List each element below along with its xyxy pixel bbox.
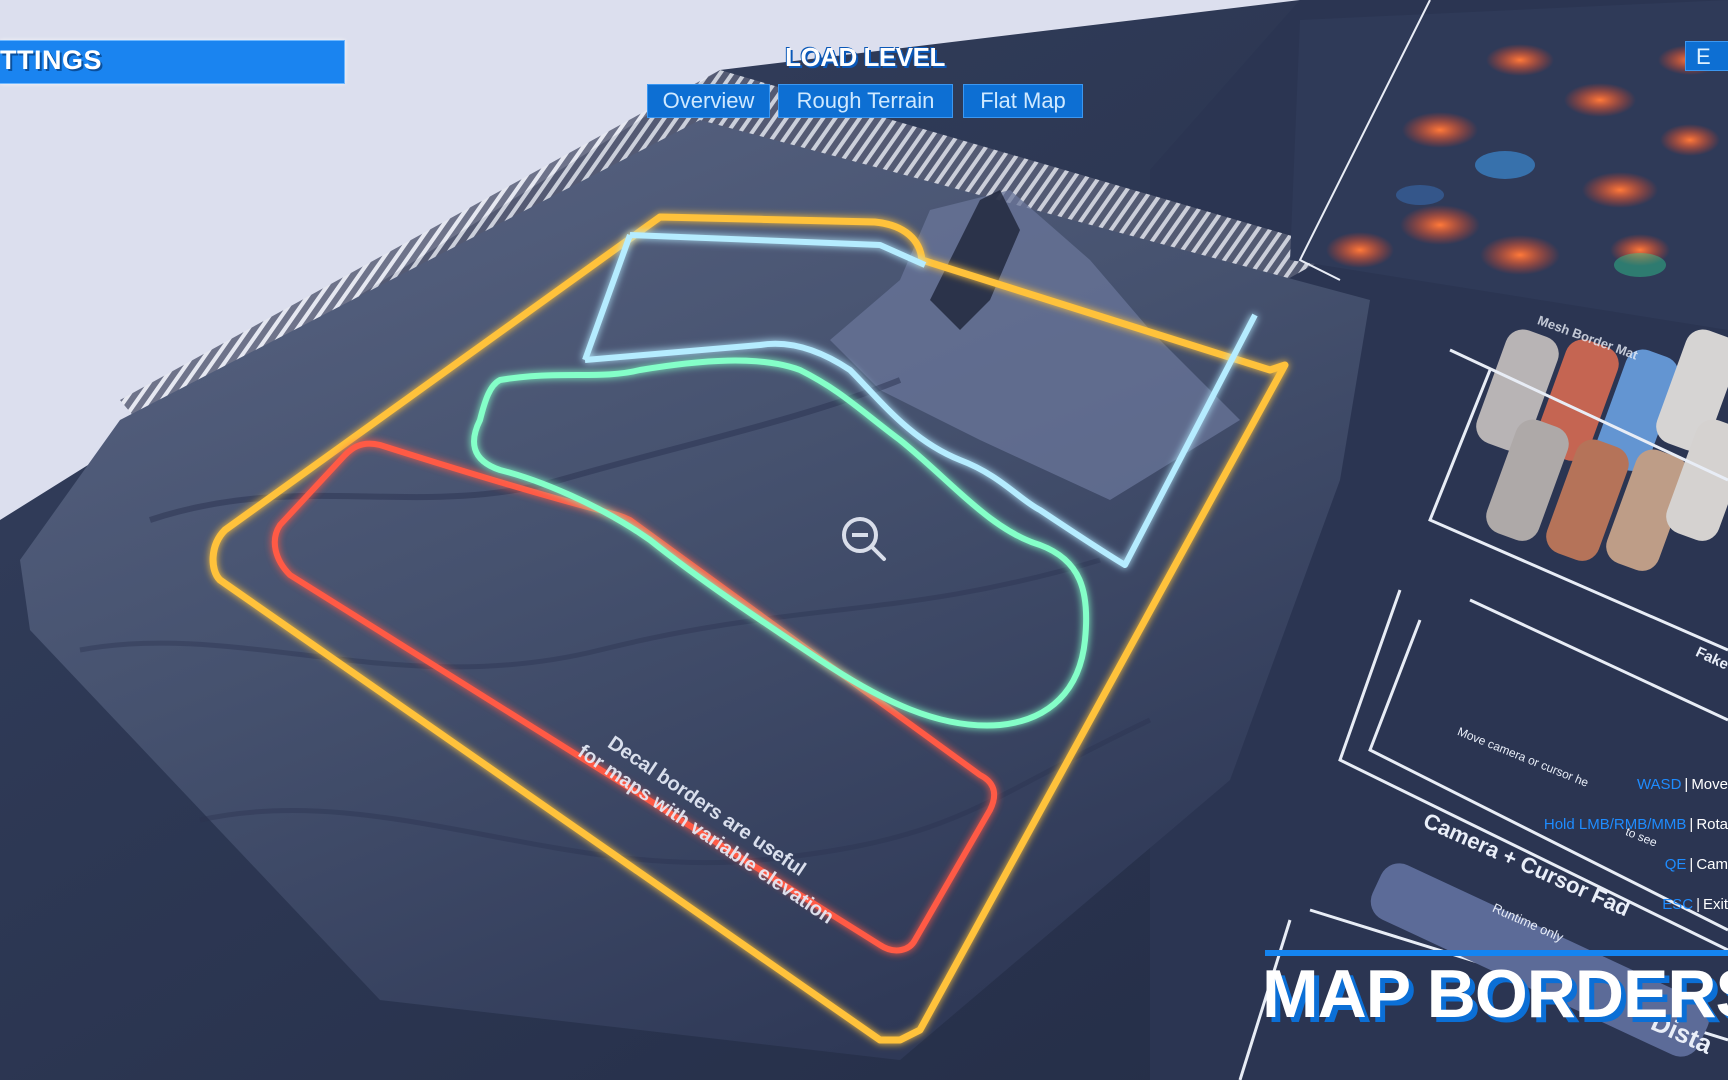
load-level-title: LOAD LEVEL — [785, 42, 945, 72]
control-key: ESC — [1662, 896, 1694, 913]
level-button-overview[interactable]: Overview — [647, 84, 770, 118]
control-row: ESC | Exit — [1662, 896, 1728, 913]
control-action: Move — [1691, 776, 1728, 793]
level-button-rough-terrain[interactable]: Rough Terrain — [778, 84, 953, 118]
exit-button[interactable]: E — [1685, 41, 1728, 71]
control-action: Rota — [1696, 816, 1728, 833]
control-row: QE | Cam — [1664, 856, 1728, 873]
control-key: WASD — [1636, 776, 1682, 793]
zoom-out-cursor-icon — [838, 513, 890, 570]
settings-menu-label: TTINGS — [0, 45, 102, 75]
control-key: QE — [1664, 856, 1687, 873]
settings-menu-button[interactable]: TTINGS — [0, 40, 345, 84]
control-row: Hold LMB/RMB/MMB | Rota — [1543, 816, 1728, 833]
level-button-flat-map[interactable]: Flat Map — [963, 84, 1083, 118]
control-action: Cam — [1696, 856, 1728, 873]
showcase-title: MAP BORDERS — [1262, 956, 1728, 1032]
control-action: Exit — [1702, 896, 1728, 913]
control-key: Hold LMB/RMB/MMB — [1543, 816, 1687, 833]
control-row: WASD | Move — [1636, 776, 1728, 793]
